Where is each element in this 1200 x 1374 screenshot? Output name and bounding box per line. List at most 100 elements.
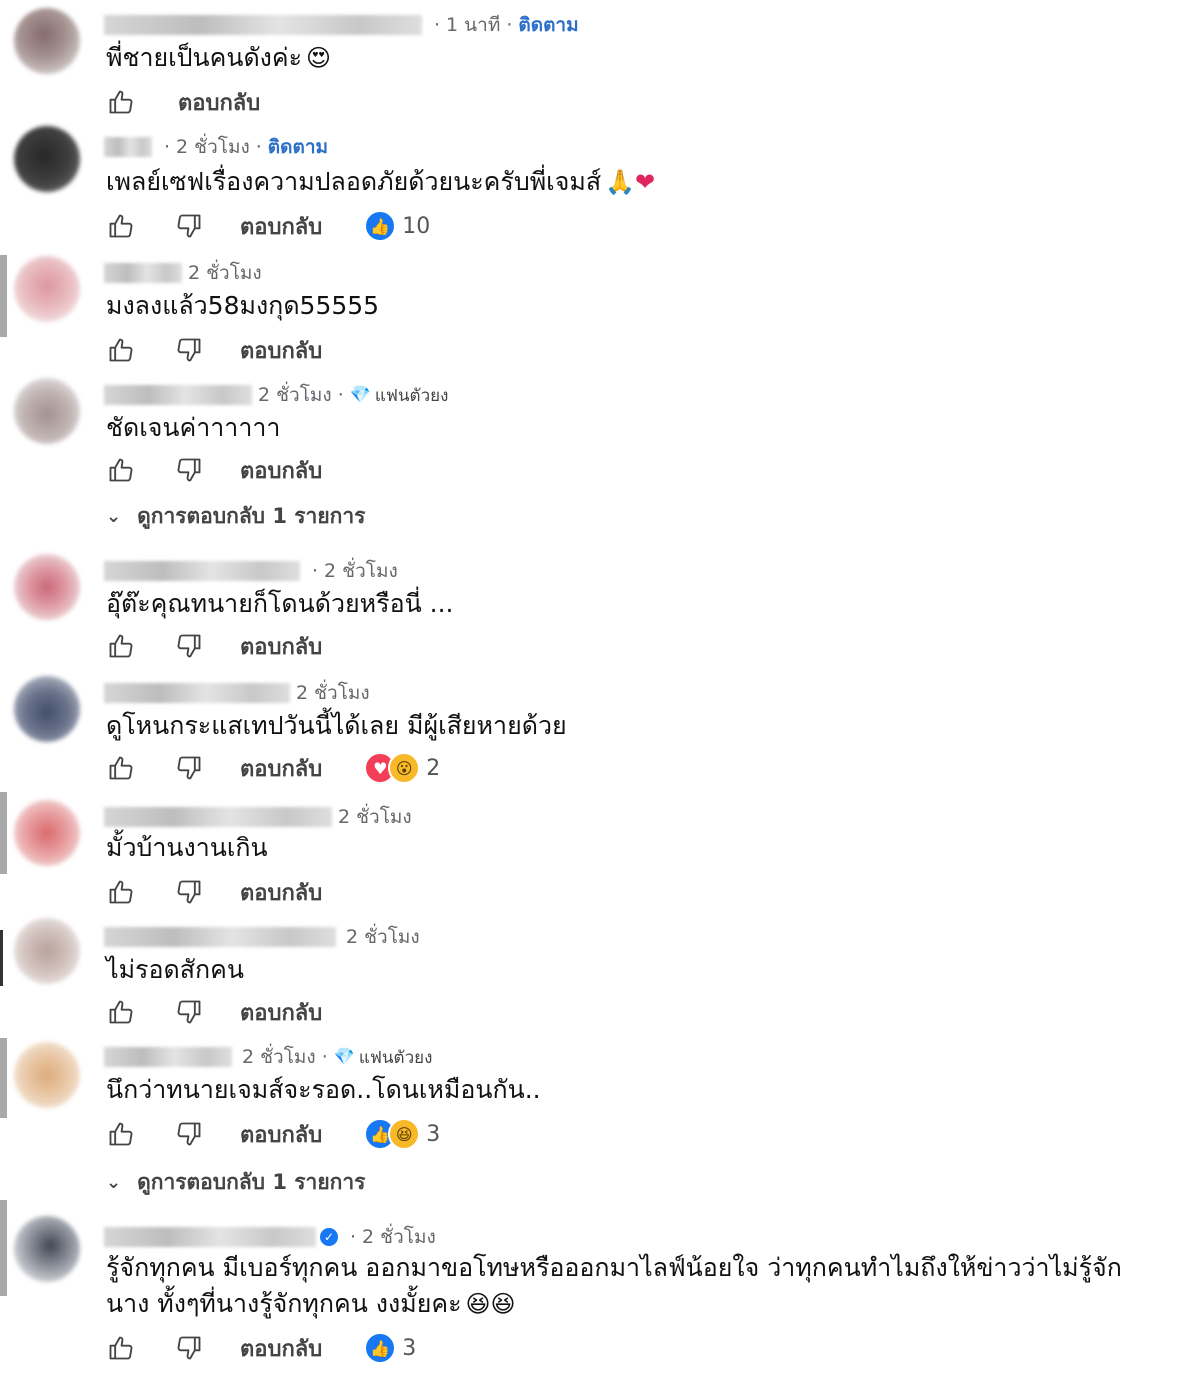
like-icon[interactable] (104, 1117, 138, 1151)
like-icon[interactable] (104, 85, 138, 119)
comment-text: มั้วบ้านงานเกิน (106, 833, 268, 862)
author-name[interactable] (104, 807, 332, 827)
comment-meta: 2 ชั่วโมง (104, 802, 412, 832)
comment-actions: ตอบกลับ 👍 3 (104, 1328, 416, 1368)
reply-button[interactable]: ตอบกลับ (240, 453, 322, 488)
comment-text: ดูโหนกระแสเทปวันนี้ได้เลย มีผู้เสียหายด้… (106, 711, 567, 740)
reply-button[interactable]: ตอบกลับ (240, 875, 322, 910)
reply-button[interactable]: ตอบกลับ (240, 995, 322, 1030)
reaction-summary[interactable]: 👍 3 (364, 1332, 416, 1364)
reply-button[interactable]: ตอบกลับ (240, 629, 322, 664)
like-icon[interactable] (104, 751, 138, 785)
reaction-count: 3 (426, 1121, 441, 1147)
avatar[interactable] (14, 256, 80, 322)
reply-button[interactable]: ตอบกลับ (240, 333, 322, 368)
comment-actions: ตอบกลับ 👍 😆 3 (104, 1114, 440, 1154)
reaction-summary[interactable]: 👍 10 (364, 210, 430, 242)
avatar[interactable] (14, 800, 80, 866)
comment-text: ไม่รอดสักคน (106, 955, 244, 984)
comment-actions: ตอบกลับ (104, 992, 364, 1032)
like-icon[interactable] (104, 995, 138, 1029)
author-name[interactable] (104, 1227, 316, 1247)
author-name[interactable] (104, 927, 336, 947)
dislike-icon[interactable] (172, 209, 206, 243)
author-name[interactable] (104, 263, 182, 283)
avatar[interactable] (14, 126, 80, 192)
thread-indicator (0, 792, 7, 874)
dislike-icon[interactable] (172, 995, 206, 1029)
diamond-icon: 💎 (349, 385, 371, 405)
reply-button[interactable]: ตอบกลับ (178, 85, 260, 120)
chevron-down-icon: ⌄ (106, 1171, 122, 1193)
thread-indicator (0, 930, 3, 986)
avatar[interactable] (14, 676, 80, 742)
author-name[interactable] (104, 561, 300, 581)
comment-text: เพลย์เซฟเรื่องความปลอดภัยด้วยนะครับพี่เจ… (106, 164, 1166, 200)
dislike-icon[interactable] (172, 629, 206, 663)
follow-link[interactable]: ติดตาม (518, 10, 578, 40)
comment-meta: 2 ชั่วโมง (104, 258, 262, 288)
author-name[interactable] (104, 385, 252, 405)
timestamp[interactable]: 2 ชั่วโมง (338, 802, 412, 832)
avatar[interactable] (14, 1042, 80, 1108)
timestamp[interactable]: 2 ชั่วโมง (242, 1042, 316, 1072)
thread-indicator (0, 255, 7, 337)
comment-actions: ตอบกลับ (104, 82, 302, 122)
timestamp[interactable]: 2 ชั่วโมง (346, 922, 420, 952)
like-icon[interactable] (104, 453, 138, 487)
reaction-summary[interactable]: 👍 😆 3 (364, 1118, 440, 1150)
timestamp[interactable]: 2 ชั่วโมง (176, 132, 250, 162)
reply-button[interactable]: ตอบกลับ (240, 751, 322, 786)
view-replies-link[interactable]: ⌄ ดูการตอบกลับ 1 รายการ (106, 1166, 365, 1198)
avatar[interactable] (14, 554, 80, 620)
comment-text: รู้จักทุกคน มีเบอร์ทุกคน ออกมาขอโทษหรืออ… (106, 1250, 1166, 1322)
like-icon[interactable] (104, 875, 138, 909)
wow-reaction-icon: 😮 (388, 752, 421, 784)
comment-meta: · 2 ชั่วโมง (104, 556, 398, 586)
comment-meta: 2 ชั่วโมง · 💎 แฟนตัวยง (104, 380, 448, 410)
avatar[interactable] (14, 378, 80, 444)
follow-link[interactable]: ติดตาม (268, 132, 328, 162)
timestamp[interactable]: 2 ชั่วโมง (324, 556, 398, 586)
dislike-icon[interactable] (172, 751, 206, 785)
dislike-icon[interactable] (172, 875, 206, 909)
comment-actions: ตอบกลับ ♥ 😮 2 (104, 748, 440, 788)
timestamp[interactable]: 2 ชั่วโมง (296, 678, 370, 708)
timestamp[interactable]: 2 ชั่วโมง (362, 1222, 436, 1252)
pray-heart-emoji: 🙏❤ (605, 168, 656, 196)
reaction-summary[interactable]: ♥ 😮 2 (364, 752, 440, 784)
reply-button[interactable]: ตอบกลับ (240, 1331, 322, 1366)
dislike-icon[interactable] (172, 333, 206, 367)
comment-actions: ตอบกลับ (104, 872, 364, 912)
like-icon[interactable] (104, 629, 138, 663)
like-icon[interactable] (104, 333, 138, 367)
comment-meta: ✓ · 2 ชั่วโมง (104, 1222, 436, 1252)
author-name[interactable] (104, 137, 152, 157)
timestamp[interactable]: 1 นาที (446, 10, 500, 40)
reply-button[interactable]: ตอบกลับ (240, 209, 322, 244)
comment-text: มงลงแล้ว58มงกุด55555 (106, 291, 380, 320)
comment-actions: ตอบกลับ (104, 626, 364, 666)
comment-actions: ตอบกลับ (104, 450, 364, 490)
avatar[interactable] (14, 8, 80, 74)
view-replies-link[interactable]: ⌄ ดูการตอบกลับ 1 รายการ (106, 500, 365, 532)
comment-meta: · 1 นาที · ติดตาม (104, 10, 579, 40)
like-icon[interactable] (104, 1331, 138, 1365)
comment-meta: · 2 ชั่วโมง · ติดตาม (104, 132, 328, 162)
avatar[interactable] (14, 1216, 80, 1282)
dislike-icon[interactable] (172, 1331, 206, 1365)
reply-button[interactable]: ตอบกลับ (240, 1117, 322, 1152)
dislike-icon[interactable] (172, 453, 206, 487)
author-name[interactable] (104, 683, 290, 703)
timestamp[interactable]: 2 ชั่วโมง (188, 258, 262, 288)
like-icon[interactable] (104, 209, 138, 243)
comment-meta: 2 ชั่วโมง (104, 922, 420, 952)
author-name[interactable] (104, 1047, 232, 1067)
dislike-icon[interactable] (172, 1117, 206, 1151)
timestamp[interactable]: 2 ชั่วโมง (258, 380, 332, 410)
avatar[interactable] (14, 918, 80, 984)
comment-text: นึกว่าทนายเจมส์จะรอด..โดนเหมือนกัน.. (106, 1075, 541, 1104)
heart-eyes-emoji: 😍 (306, 44, 332, 72)
comment-actions: ตอบกลับ (104, 330, 364, 370)
author-name[interactable] (104, 15, 422, 35)
